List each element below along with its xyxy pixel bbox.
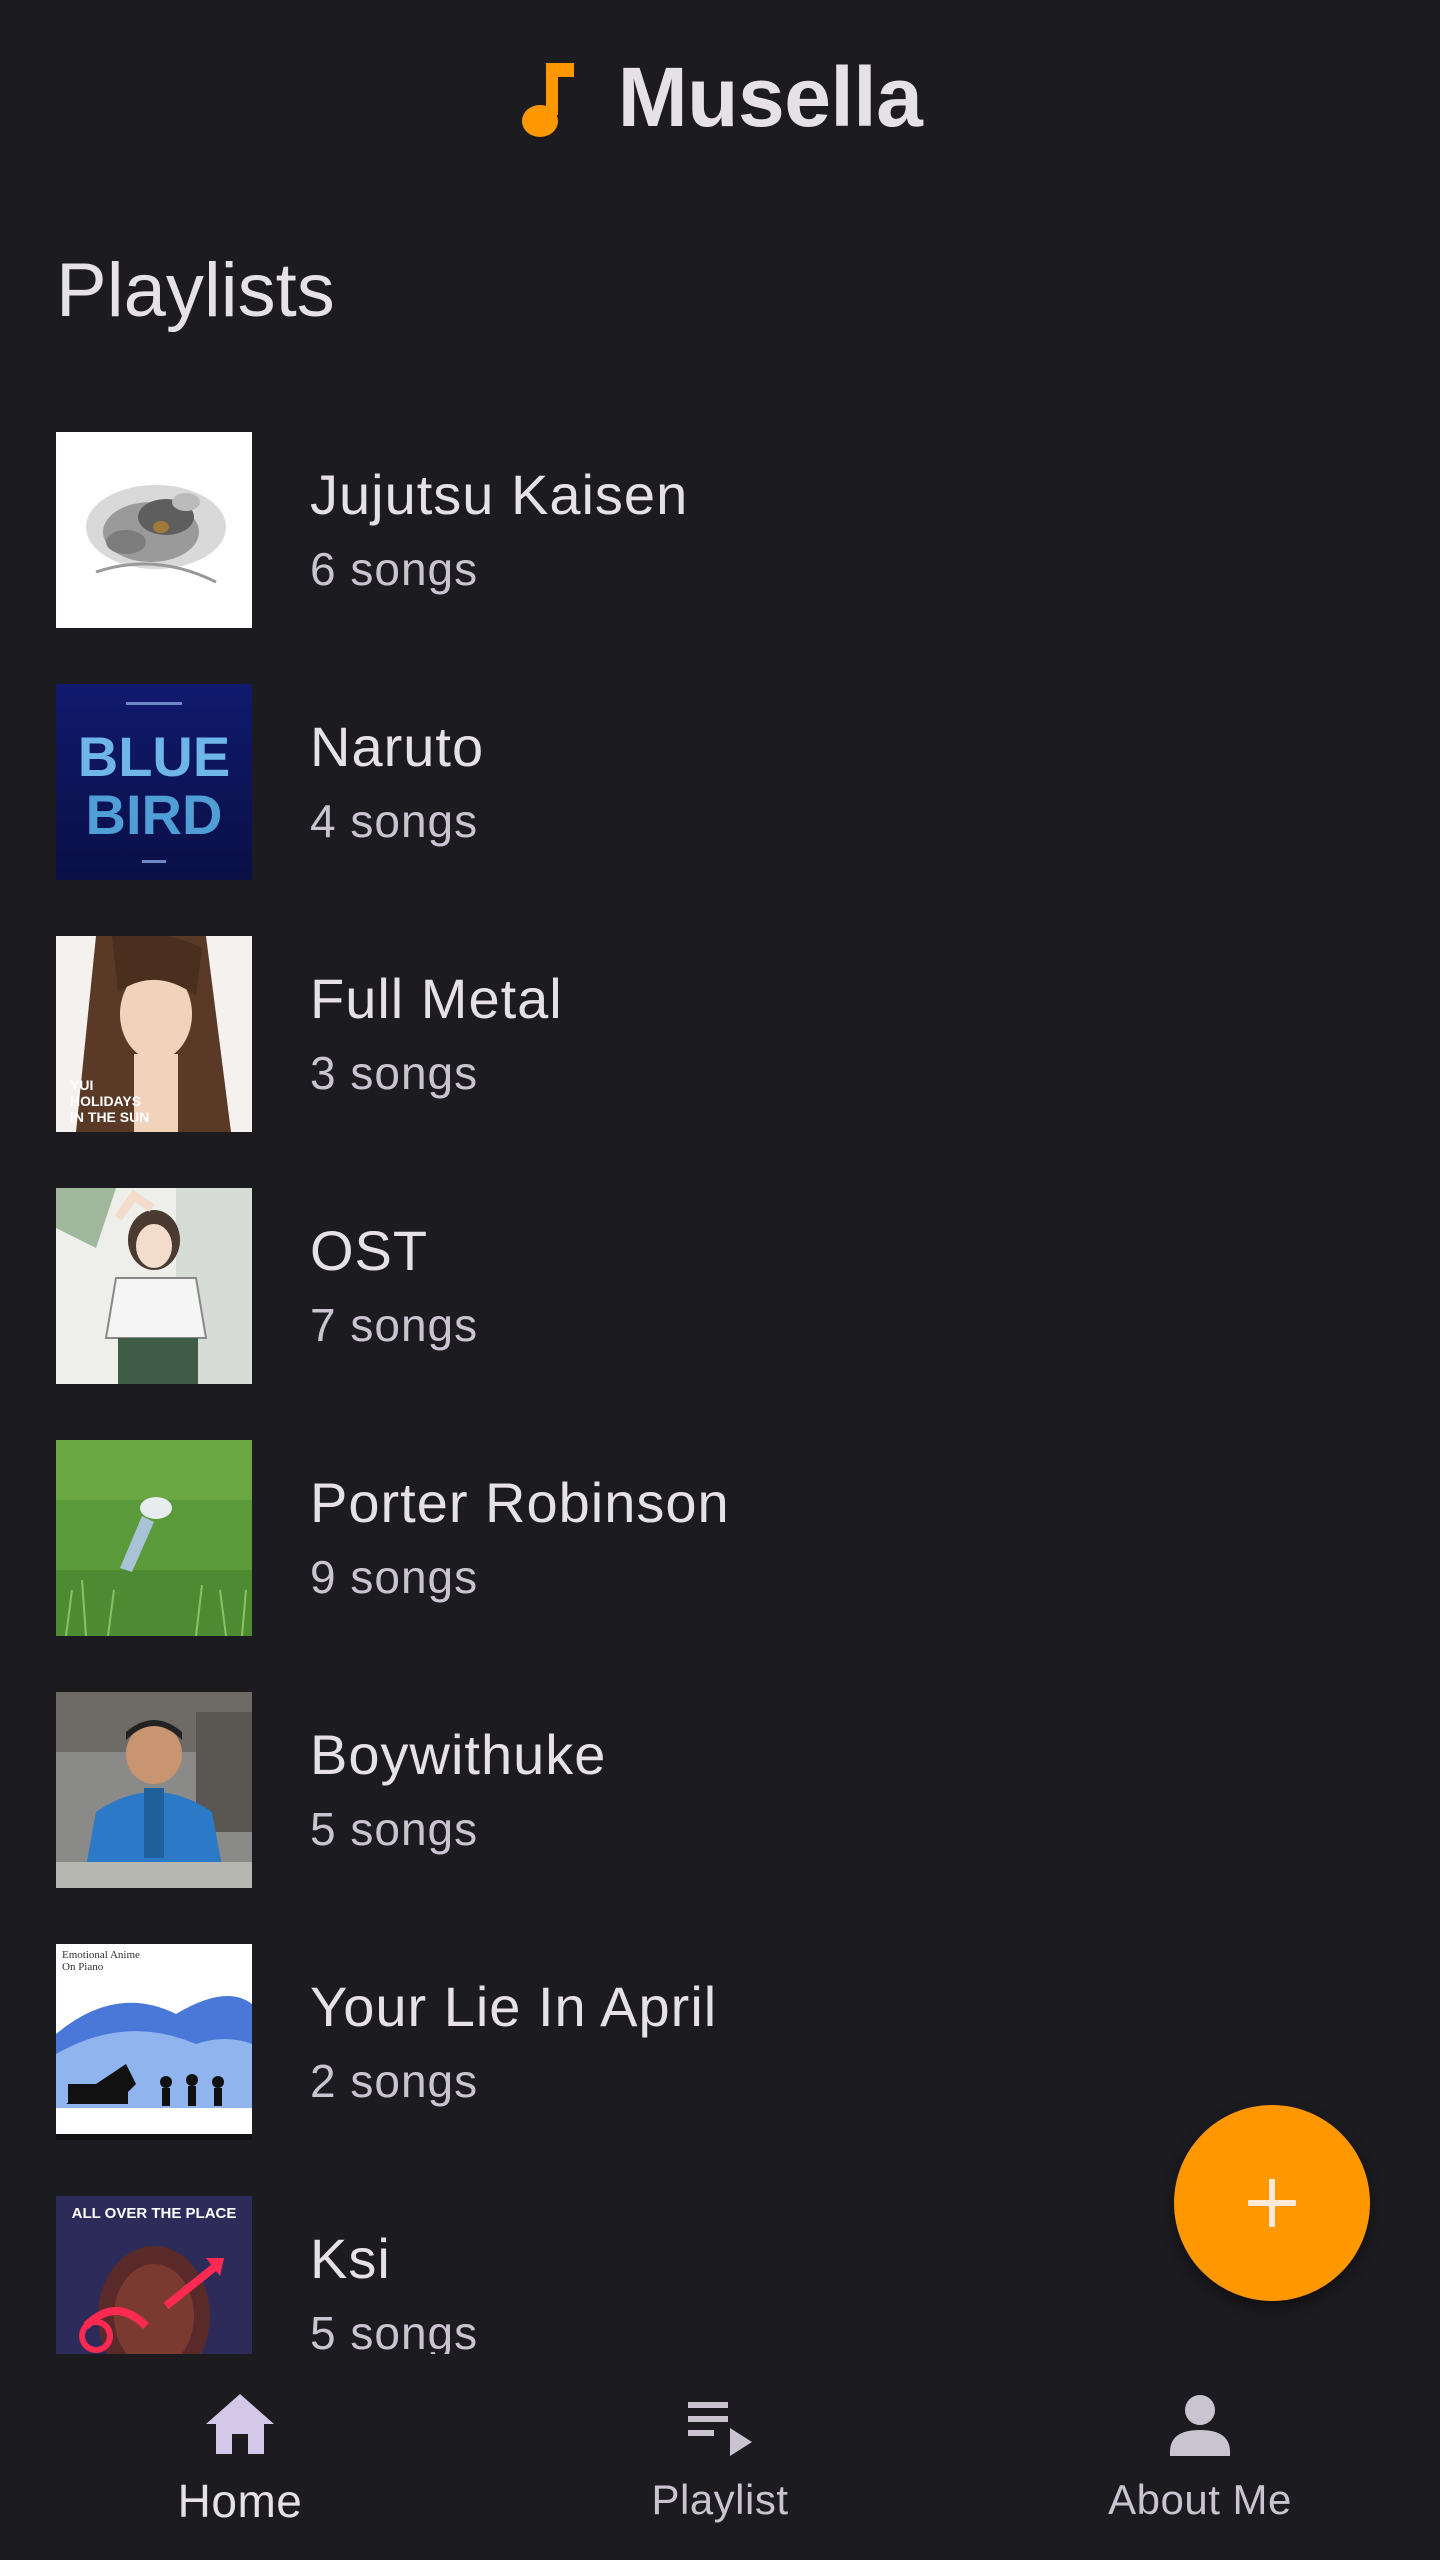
- nav-label-about-me: About Me: [1108, 2476, 1292, 2523]
- app-header: Musella: [0, 0, 1440, 195]
- playlist-play-icon: [680, 2384, 760, 2464]
- nav-item-playlist[interactable]: Playlist: [480, 2354, 960, 2560]
- cover-text: ALL OVER THE PLACE: [72, 2205, 237, 2222]
- cover-title-text: BIRD: [86, 783, 223, 846]
- playlist-item[interactable]: BLUE BIRD Naruto 4 songs: [0, 656, 1440, 908]
- playlist-item[interactable]: OST 7 songs: [0, 1160, 1440, 1412]
- section-title: Playlists: [56, 248, 335, 333]
- playlist-cover-image: BLUE BIRD: [56, 684, 252, 880]
- music-note-icon: [518, 61, 578, 141]
- nav-label-home: Home: [177, 2475, 303, 2527]
- plus-icon: [1244, 2175, 1300, 2231]
- playlist-cover-image: [56, 1440, 252, 1636]
- playlist-item[interactable]: Jujutsu Kaisen 6 songs: [0, 404, 1440, 656]
- home-icon: [200, 2384, 280, 2464]
- playlist-cover-image: [56, 432, 252, 628]
- app-title: Musella: [617, 50, 923, 144]
- cover-title-text: BLUE: [78, 725, 230, 788]
- playlist-song-count: 3 songs: [310, 1047, 479, 1099]
- add-playlist-button[interactable]: [1174, 2105, 1370, 2301]
- playlist-cover-image: Emotional Anime On Piano: [56, 1944, 252, 2140]
- playlist-song-count: 6 songs: [310, 543, 479, 595]
- playlist-title: Porter Robinson: [310, 1471, 730, 1534]
- cover-text: IN THE SUN: [70, 1109, 149, 1125]
- bottom-navigation-bar: Home Playlist About Me: [0, 2354, 1440, 2560]
- playlist-item[interactable]: YUI HOLIDAYS IN THE SUN Full Metal 3 son…: [0, 908, 1440, 1160]
- playlist-list: Jujutsu Kaisen 6 songs BLUE BIRD Naruto …: [0, 404, 1440, 2354]
- playlist-cover-image: ALL OVER THE PLACE: [56, 2196, 252, 2354]
- playlist-item[interactable]: Boywithuke 5 songs: [0, 1664, 1440, 1916]
- cover-text: On Piano: [62, 1961, 104, 1973]
- nav-label-playlist: Playlist: [651, 2476, 789, 2523]
- playlist-song-count: 2 songs: [310, 2055, 479, 2107]
- playlist-title: Jujutsu Kaisen: [310, 463, 689, 526]
- playlist-song-count: 9 songs: [310, 1551, 479, 1603]
- playlist-song-count: 5 songs: [310, 1803, 479, 1855]
- playlist-title: OST: [310, 1219, 429, 1282]
- playlist-song-count: 5 songs: [310, 2307, 479, 2354]
- playlist-cover-image: YUI HOLIDAYS IN THE SUN: [56, 936, 252, 1132]
- playlist-title: Your Lie In April: [310, 1975, 718, 2038]
- playlist-cover-image: [56, 1692, 252, 1888]
- person-icon: [1160, 2384, 1240, 2464]
- playlist-title: Ksi: [310, 2227, 391, 2290]
- playlist-title: Full Metal: [310, 967, 563, 1030]
- playlist-title: Boywithuke: [310, 1723, 607, 1786]
- cover-text: YUI: [70, 1077, 93, 1093]
- nav-item-about-me[interactable]: About Me: [960, 2354, 1440, 2560]
- playlist-title: Naruto: [310, 715, 485, 778]
- cover-text: HOLIDAYS: [70, 1093, 141, 1109]
- cover-text: Emotional Anime: [62, 1949, 140, 1961]
- playlist-item[interactable]: Porter Robinson 9 songs: [0, 1412, 1440, 1664]
- playlist-song-count: 7 songs: [310, 1299, 479, 1351]
- nav-item-home[interactable]: Home: [0, 2354, 480, 2560]
- playlist-song-count: 4 songs: [310, 795, 479, 847]
- playlist-cover-image: [56, 1188, 252, 1384]
